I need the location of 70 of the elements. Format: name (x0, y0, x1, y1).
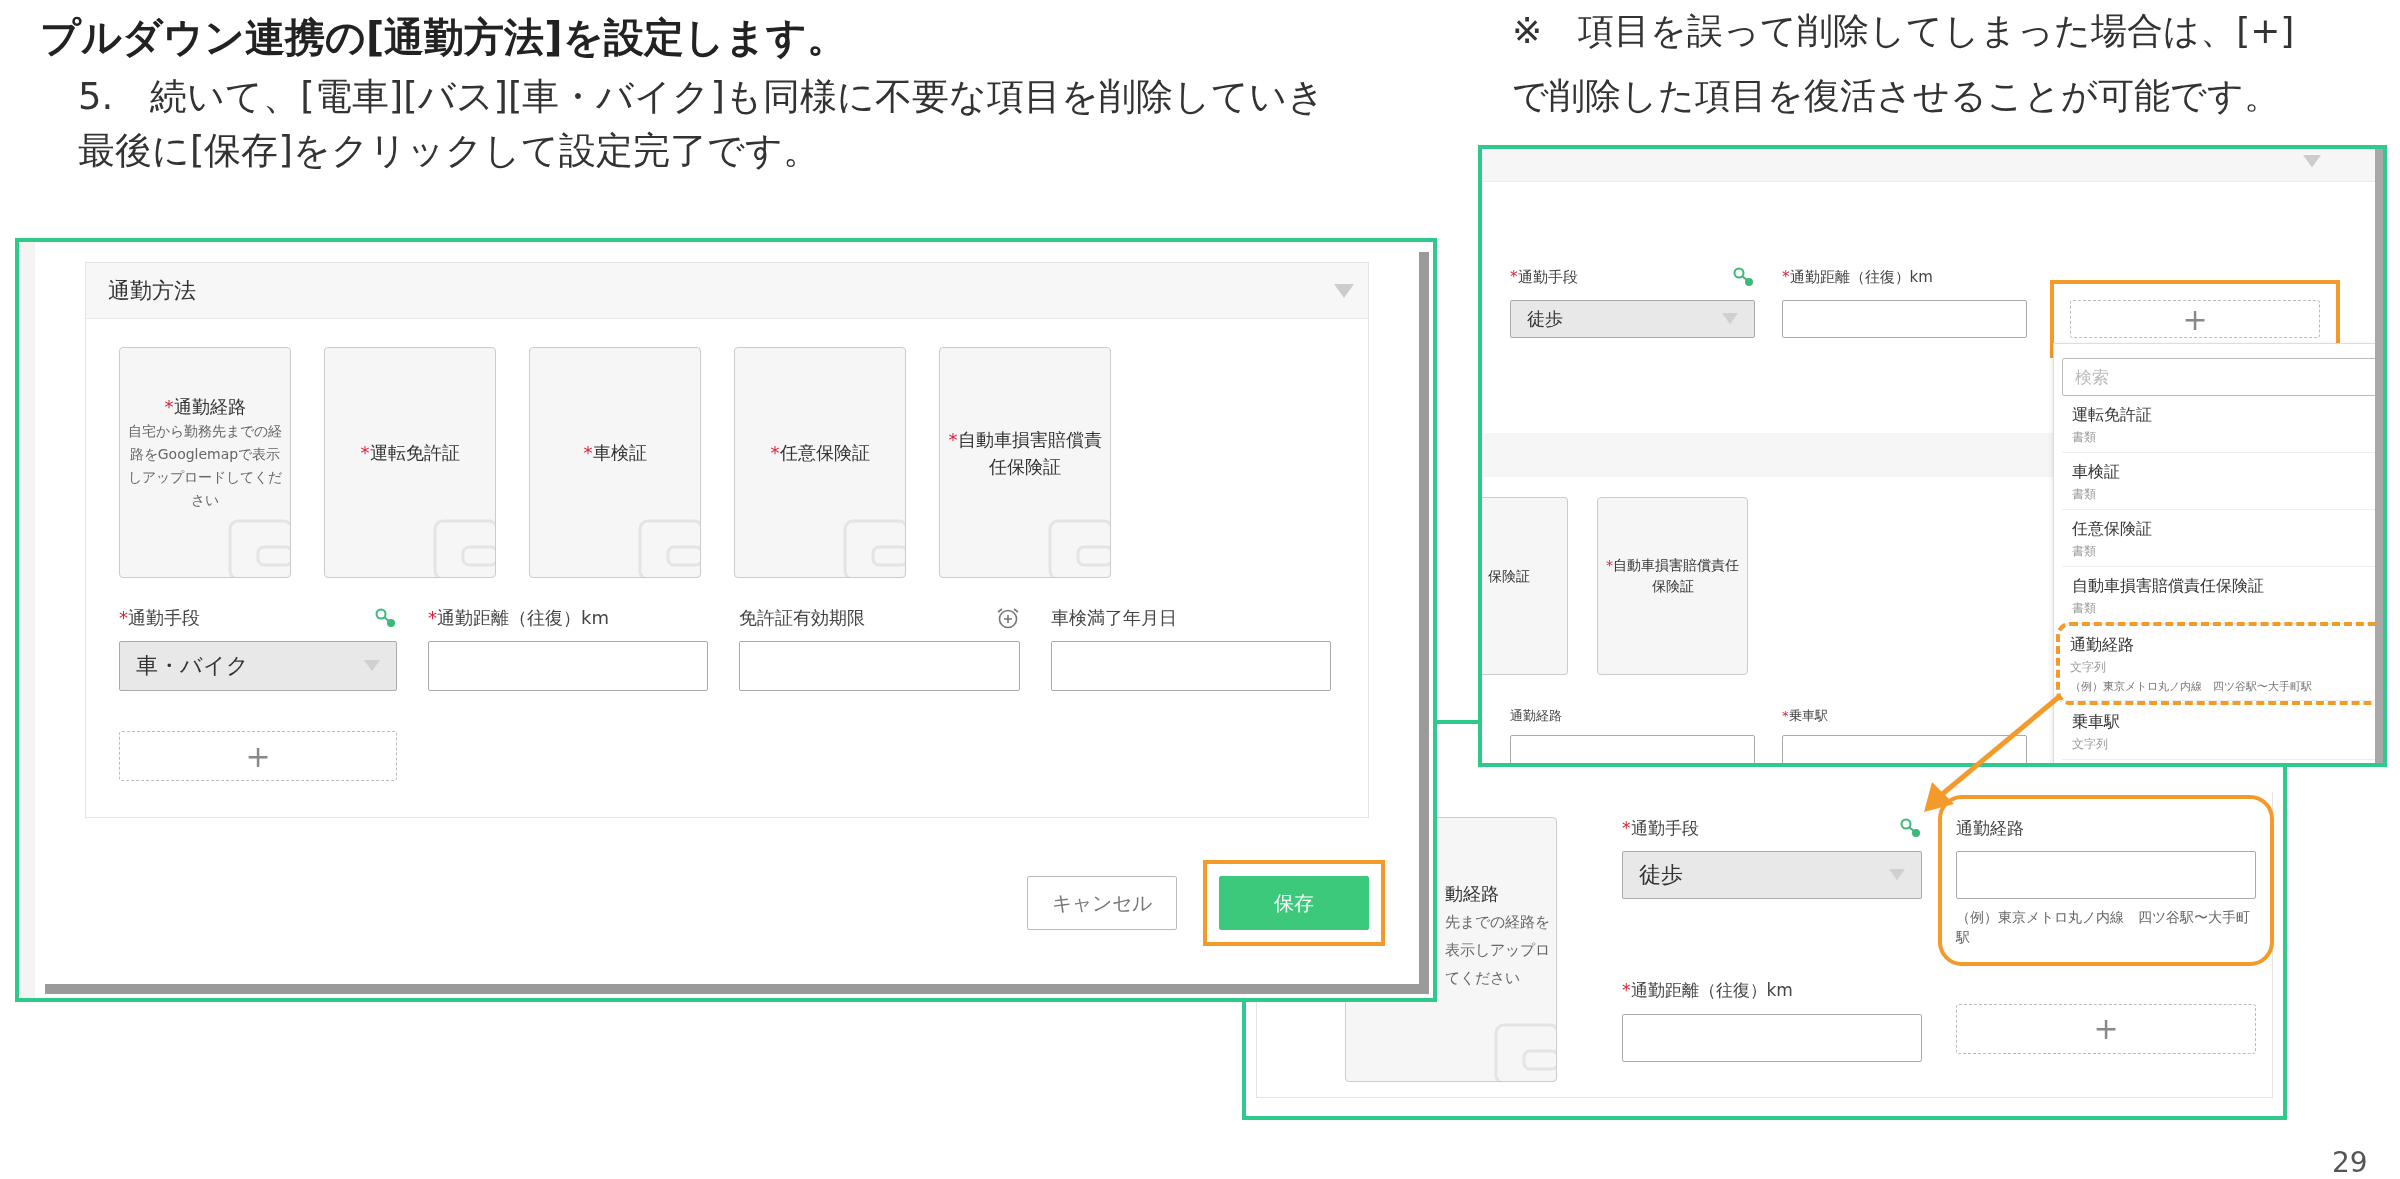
field-label: 通勤経路 (1510, 707, 1562, 725)
wallet-icon (638, 519, 700, 577)
wallet-icon (433, 519, 495, 577)
field-label: *通勤距離（往復）km (428, 606, 609, 630)
upload-card[interactable]: *任意保険証 (734, 347, 906, 578)
add-button[interactable]: + (2070, 300, 2320, 338)
upload-card[interactable]: 保険証 (1482, 497, 1568, 675)
section-title: 通勤方法 (108, 276, 196, 305)
key-icon (1733, 267, 1755, 287)
cancel-button[interactable]: キャンセル (1027, 876, 1177, 930)
field-hint: （例）東京メトロ丸ノ内線 四ツ谷駅〜大手町駅 (1956, 908, 2251, 948)
dropdown-arrow-icon (2303, 155, 2321, 168)
add-button[interactable]: + (119, 731, 397, 781)
field-label: *通勤手段 (119, 606, 200, 630)
card-label: 動経路 (1445, 882, 1500, 906)
field-label: *通勤距離（往復）km (1622, 979, 1793, 1003)
field-label: *乗車駅 (1782, 707, 1828, 725)
key-icon (375, 608, 397, 628)
input-field[interactable] (1051, 641, 1331, 691)
note-text: ※ 項目を誤って削除してしまった場合は、[+] (1512, 9, 2295, 53)
card-hint: 表示しアップロ (1445, 940, 1551, 960)
input-field[interactable] (1622, 1013, 1922, 1062)
input-field[interactable] (1782, 300, 2027, 338)
alarm-clock-icon (996, 606, 1020, 630)
input-field[interactable] (1782, 735, 2027, 763)
instruction-text: 最後に[保存]をクリックして設定完了です。 (78, 128, 821, 175)
field-label: 通勤経路 (1956, 816, 2024, 840)
input-field[interactable] (739, 641, 1020, 691)
section-header[interactable]: 通勤方法 (86, 263, 1368, 319)
card-label: *自動車損害賠償責任保険証 (1605, 556, 1740, 596)
input-field[interactable] (1956, 851, 2256, 899)
card-label: *自動車損害賠償責任保険証 (947, 427, 1103, 479)
scrollbar[interactable] (2375, 149, 2383, 763)
upload-card[interactable]: *自動車損害賠償責任保険証 (939, 347, 1111, 578)
note-text: で削除した項目を復活させることが可能です。 (1512, 73, 2281, 118)
dropdown-arrow-icon (1889, 869, 1905, 881)
dropdown-arrow-icon (364, 660, 380, 672)
upload-card[interactable]: *車検証 (529, 347, 701, 578)
select-field[interactable]: 徒歩 (1622, 851, 1922, 899)
upload-card[interactable]: *通勤経路 自宅から勤務先までの経路をGooglemapで表示しアップロードしてください (119, 347, 291, 578)
wallet-icon (1494, 1023, 1556, 1081)
card-label: *運転免許証 (360, 441, 460, 465)
card-label: *車検証 (583, 441, 647, 465)
card-hint: 先までの経路を (1445, 913, 1551, 932)
field-label: *通勤手段 (1510, 267, 1578, 287)
input-field[interactable] (1510, 735, 1755, 763)
field-label: *通勤手段 (1622, 816, 1699, 840)
upload-card[interactable]: *自動車損害賠償責任保険証 (1597, 497, 1748, 675)
field-label: 車検満了年月日 (1051, 606, 1177, 630)
select-field[interactable]: 車・バイク (119, 641, 397, 691)
field-label: *通勤距離（往復）km (1782, 267, 1933, 287)
wallet-icon (228, 519, 290, 577)
card-label: 保険証 (1488, 566, 1530, 586)
dropdown-arrow-icon (1334, 283, 1354, 298)
add-button[interactable]: + (1956, 1003, 2256, 1054)
field-label: 免許証有効期限 (739, 606, 865, 630)
wallet-icon (843, 519, 905, 577)
wallet-icon (1048, 519, 1110, 577)
page-title: プルダウン連携の[通勤方法]を設定します。 (40, 13, 848, 62)
instruction-text: 5. 続いて、[電車][バス][車・バイク]も同様に不要な項目を削除していき (78, 74, 1325, 120)
upload-card[interactable]: *運転免許証 (324, 347, 496, 578)
card-label: *任意保険証 (770, 441, 870, 465)
select-field[interactable]: 徒歩 (1510, 300, 1755, 338)
card-label: *通勤経路 (164, 394, 246, 419)
key-icon (1900, 818, 1922, 838)
card-hint: 自宅から勤務先までの経路をGooglemapで表示しアップロードしてください (127, 421, 283, 511)
card-hint: てください (1445, 968, 1521, 988)
dropdown-arrow-icon (1722, 313, 1738, 325)
page-number: 29 (2332, 1146, 2368, 1179)
input-field[interactable] (428, 641, 708, 691)
